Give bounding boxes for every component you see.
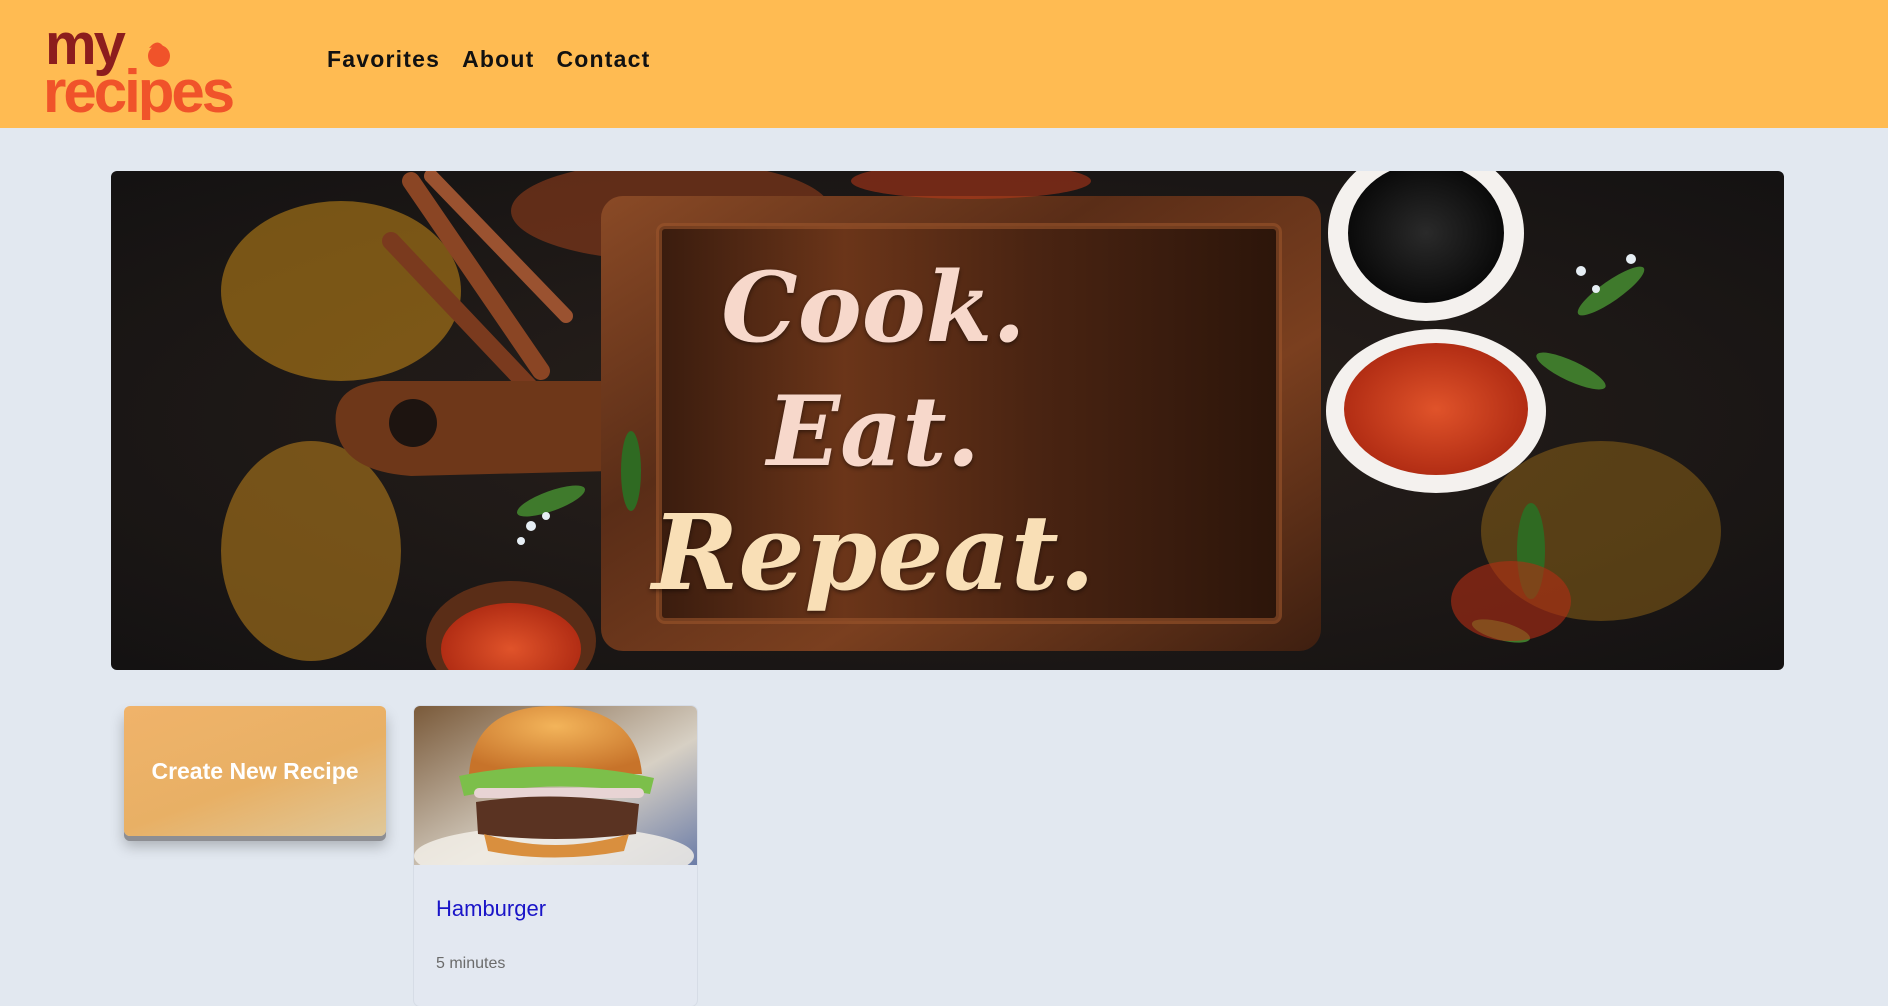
recipe-card[interactable]: Hamburger 5 minutes — [414, 706, 697, 1006]
main-nav: Favorites About Contact — [327, 46, 651, 73]
nav-contact[interactable]: Contact — [557, 46, 651, 73]
hero-image — [111, 171, 1784, 670]
logo-graphic: my recipes — [45, 18, 236, 120]
nav-favorites[interactable]: Favorites — [327, 46, 440, 73]
hamburger-photo — [414, 706, 697, 865]
site-header: my recipes Favorites About Contact — [0, 0, 1888, 128]
recipe-title[interactable]: Hamburger — [436, 896, 546, 922]
hero-banner: Cook. Eat. Repeat. — [111, 171, 1784, 670]
create-new-recipe-button[interactable]: Create New Recipe — [124, 706, 386, 836]
recipe-time: 5 minutes — [436, 955, 506, 972]
logo-word-recipes: recipes — [45, 58, 233, 120]
myrecipes-logo[interactable]: my recipes — [45, 18, 285, 120]
nav-about[interactable]: About — [462, 46, 534, 73]
